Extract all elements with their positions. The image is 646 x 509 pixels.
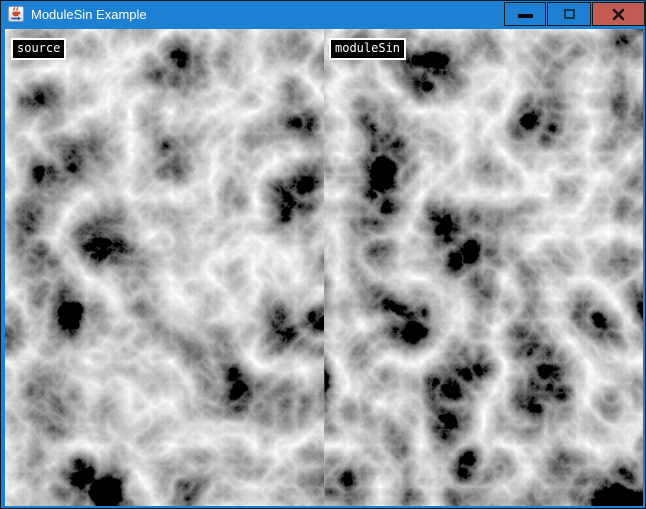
window-title: ModuleSin Example [31, 1, 147, 28]
titlebar[interactable]: ModuleSin Example [1, 1, 645, 28]
application-window: ModuleSin Example [0, 0, 646, 509]
dash-icon [518, 14, 533, 18]
java-coffee-cup-icon [8, 6, 24, 22]
noise-texture [5, 29, 643, 506]
close-button[interactable] [592, 2, 645, 26]
source-panel-texture [5, 29, 324, 506]
minimize-button[interactable] [504, 2, 546, 26]
source-panel-label: source [11, 38, 66, 60]
square-outline-icon [564, 9, 575, 19]
modulesin-panel-texture [324, 29, 643, 506]
panel-divider [324, 29, 325, 506]
modulesin-panel-label: moduleSin [329, 38, 406, 60]
render-canvas: source moduleSin [5, 29, 643, 506]
maximize-button[interactable] [547, 2, 591, 26]
x-icon [612, 8, 625, 21]
